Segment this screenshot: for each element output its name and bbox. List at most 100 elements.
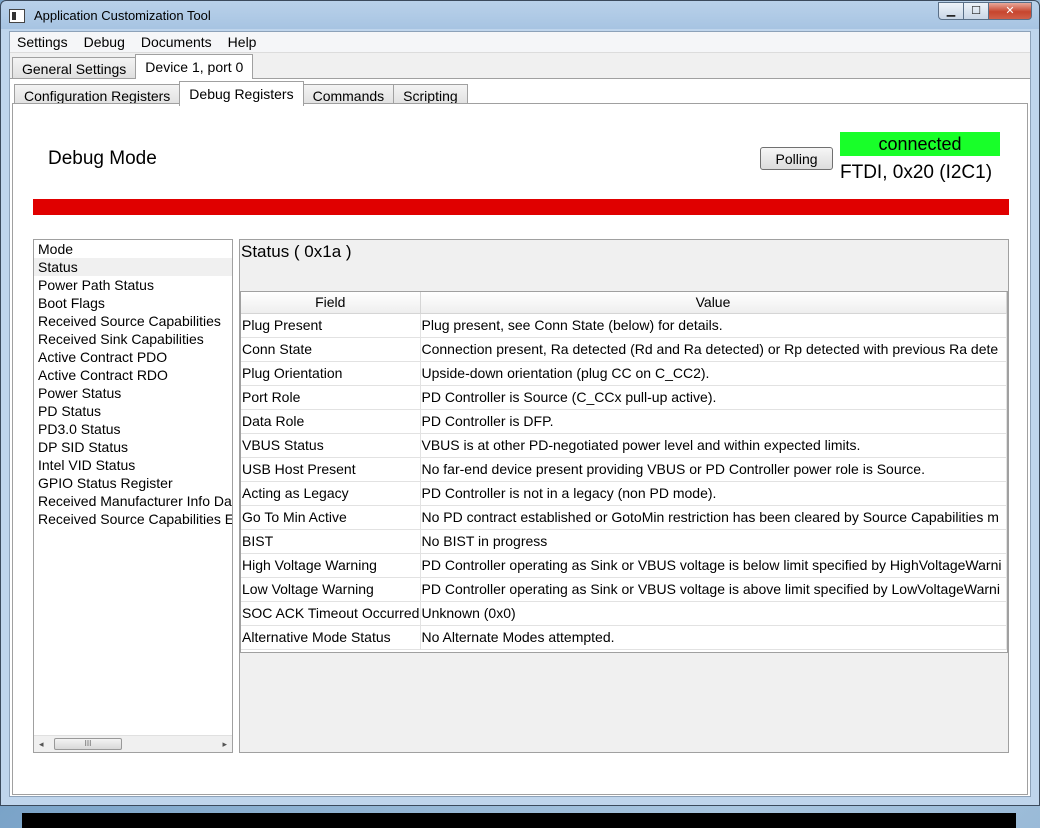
table-header: Field Value <box>241 292 1007 314</box>
register-list-items: Mode Status Power Path Status Boot Flags Rec… <box>34 240 232 528</box>
app-window: Application Customization Tool ▁ ☐ ✕ Set… <box>0 0 1040 828</box>
field-cell: Low Voltage Warning <box>241 577 421 602</box>
status-strip <box>22 813 1016 828</box>
menu-settings[interactable]: Settings <box>10 34 76 50</box>
list-item[interactable]: Power Status <box>34 384 232 402</box>
value-cell: No Alternate Modes attempted. <box>420 625 1007 650</box>
table-row[interactable]: Data Role PD Controller is DFP. <box>241 409 1007 434</box>
menu-help[interactable]: Help <box>220 34 265 50</box>
field-cell: BIST <box>241 529 421 554</box>
list-item[interactable]: DP SID Status <box>34 438 232 456</box>
tab-general-settings[interactable]: General Settings <box>12 57 137 79</box>
debug-registers-panel: Debug Mode Polling connected FTDI, 0x20 … <box>12 103 1028 795</box>
table-row[interactable]: Go To Min Active No PD contract establish… <box>241 505 1007 530</box>
register-title: Status ( 0x1a ) <box>241 242 352 261</box>
field-cell: VBUS Status <box>241 433 421 458</box>
field-table: Field Value Plug Present Plug present, se… <box>240 291 1008 653</box>
device-panel: Configuration Registers Debug Registers … <box>10 78 1030 828</box>
list-item[interactable]: PD3.0 Status <box>34 420 232 438</box>
horizontal-scrollbar[interactable]: ◂ III ▸ <box>34 735 232 752</box>
tab-device-1-port-0[interactable]: Device 1, port 0 <box>135 54 254 79</box>
list-item[interactable]: PD Status <box>34 402 232 420</box>
list-item[interactable]: GPIO Status Register <box>34 474 232 492</box>
list-item[interactable]: Status <box>34 258 232 276</box>
list-item[interactable]: Mode <box>34 240 232 258</box>
menu-bar: Settings Debug Documents Help <box>10 32 1030 53</box>
value-cell: PD Controller operating as Sink or VBUS … <box>420 577 1007 602</box>
scroll-thumb[interactable]: III <box>54 738 122 750</box>
client-area: Settings Debug Documents Help General Se… <box>9 31 1031 828</box>
value-cell: PD Controller is Source (C_CCx pull-up a… <box>420 385 1007 410</box>
value-cell: Plug present, see Conn State (below) for… <box>420 313 1007 338</box>
list-item[interactable]: Received Source Capabilities E <box>34 510 232 528</box>
maximize-button[interactable]: ☐ <box>963 2 989 20</box>
value-cell: No BIST in progress <box>420 529 1007 554</box>
field-cell: Plug Present <box>241 313 421 338</box>
value-cell: PD Controller operating as Sink or VBUS … <box>420 553 1007 578</box>
connection-info: FTDI, 0x20 (I2C1) <box>840 162 993 183</box>
list-item[interactable]: Active Contract PDO <box>34 348 232 366</box>
field-cell: Go To Min Active <box>241 505 421 530</box>
table-row[interactable]: VBUS Status VBUS is at other PD-negotiate… <box>241 433 1007 458</box>
value-cell: No PD contract established or GotoMin re… <box>420 505 1007 530</box>
title-bar[interactable]: Application Customization Tool ▁ ☐ ✕ <box>1 1 1039 31</box>
alert-bar <box>33 199 1009 215</box>
table-row[interactable]: Conn State Connection present, Ra detecte… <box>241 337 1007 362</box>
table-row[interactable]: USB Host Present No far-end device presen… <box>241 457 1007 482</box>
column-header-field[interactable]: Field <box>241 292 421 314</box>
register-detail: Status ( 0x1a ) Field Value Plug Present… <box>239 239 1009 753</box>
table-row[interactable]: Acting as Legacy PD Controller is not in … <box>241 481 1007 506</box>
page-title: Debug Mode <box>48 148 157 169</box>
list-item[interactable]: Intel VID Status <box>34 456 232 474</box>
menu-debug[interactable]: Debug <box>76 34 133 50</box>
close-button[interactable]: ✕ <box>988 2 1032 20</box>
table-row[interactable]: BIST No BIST in progress <box>241 529 1007 554</box>
maximize-icon: ☐ <box>971 4 981 17</box>
list-item[interactable]: Received Sink Capabilities <box>34 330 232 348</box>
list-item[interactable]: Active Contract RDO <box>34 366 232 384</box>
value-cell: PD Controller is not in a legacy (non PD… <box>420 481 1007 506</box>
register-list: Mode Status Power Path Status Boot Flags Rec… <box>33 239 233 753</box>
field-cell: Port Role <box>241 385 421 410</box>
field-cell: High Voltage Warning <box>241 553 421 578</box>
field-cell: Plug Orientation <box>241 361 421 386</box>
field-cell: USB Host Present <box>241 457 421 482</box>
table-row[interactable]: Port Role PD Controller is Source (C_CCx … <box>241 385 1007 410</box>
value-cell: Unknown (0x0) <box>420 601 1007 626</box>
minimize-icon: ▁ <box>946 4 956 17</box>
field-cell: SOC ACK Timeout Occurred <box>241 601 421 626</box>
field-cell: Alternative Mode Status <box>241 625 421 650</box>
table-row[interactable]: SOC ACK Timeout Occurred Unknown (0x0) <box>241 601 1007 626</box>
list-item[interactable]: Boot Flags <box>34 294 232 312</box>
table-row[interactable]: Alternative Mode Status No Alternate Mode… <box>241 625 1007 650</box>
tab-debug-registers[interactable]: Debug Registers <box>179 81 304 106</box>
polling-button[interactable]: Polling <box>760 147 833 170</box>
value-cell: VBUS is at other PD-negotiated power lev… <box>420 433 1007 458</box>
scroll-left-icon[interactable]: ◂ <box>39 739 44 750</box>
window-title: Application Customization Tool <box>34 8 211 23</box>
table-row[interactable]: Plug Present Plug present, see Conn State… <box>241 313 1007 338</box>
table-body: Plug Present Plug present, see Conn State… <box>241 313 1007 650</box>
scroll-right-icon[interactable]: ▸ <box>222 739 227 750</box>
close-icon: ✕ <box>1005 4 1015 17</box>
table-row[interactable]: Plug Orientation Upside-down orientation … <box>241 361 1007 386</box>
list-item[interactable]: Received Source Capabilities <box>34 312 232 330</box>
value-cell: No far-end device present providing VBUS… <box>420 457 1007 482</box>
field-cell: Conn State <box>241 337 421 362</box>
minimize-button[interactable]: ▁ <box>938 2 964 20</box>
menu-documents[interactable]: Documents <box>133 34 220 50</box>
value-cell: PD Controller is DFP. <box>420 409 1007 434</box>
field-cell: Data Role <box>241 409 421 434</box>
column-header-value[interactable]: Value <box>420 292 1007 314</box>
value-cell: Upside-down orientation (plug CC on C_CC… <box>420 361 1007 386</box>
value-cell: Connection present, Ra detected (Rd and … <box>420 337 1007 362</box>
app-icon <box>9 9 25 23</box>
table-row[interactable]: Low Voltage Warning PD Controller operati… <box>241 577 1007 602</box>
field-cell: Acting as Legacy <box>241 481 421 506</box>
list-item[interactable]: Power Path Status <box>34 276 232 294</box>
connection-status-badge: connected <box>840 132 1000 156</box>
table-row[interactable]: High Voltage Warning PD Controller operat… <box>241 553 1007 578</box>
device-tabs: General Settings Device 1, port 0 <box>12 54 254 79</box>
list-item[interactable]: Received Manufacturer Info Da <box>34 492 232 510</box>
window-controls: ▁ ☐ ✕ <box>938 2 1032 20</box>
